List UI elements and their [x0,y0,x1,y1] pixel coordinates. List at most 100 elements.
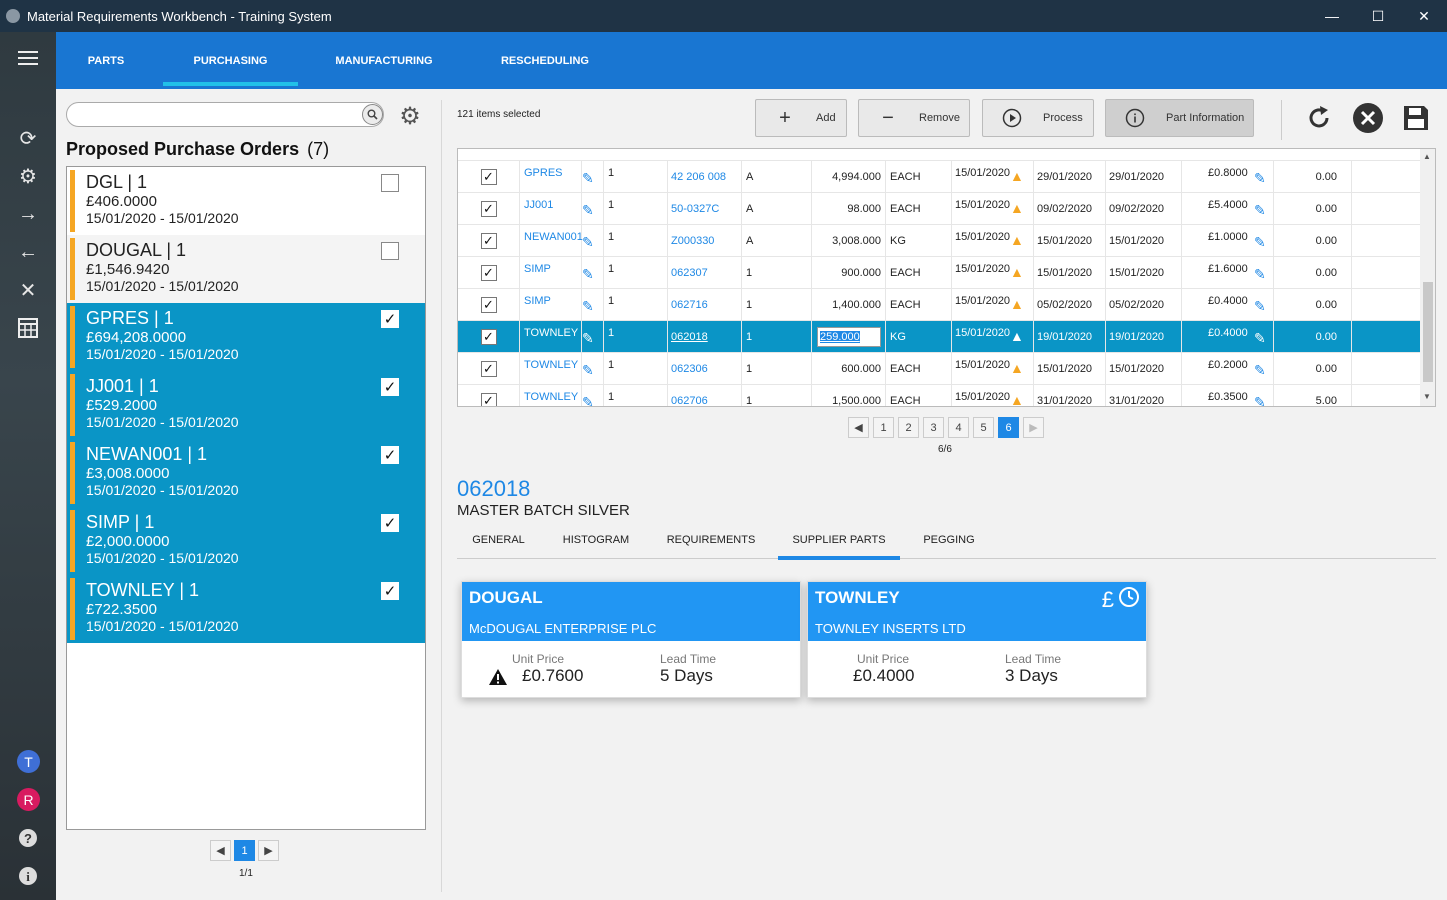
close-icon[interactable]: ✕ [14,276,42,304]
supplier-link[interactable]: SIMP [524,295,551,307]
supplier-card[interactable]: DOUGAL McDOUGAL ENTERPRISE PLC Unit Pric… [461,581,801,698]
edit-price-icon[interactable]: ✎ [1254,362,1266,379]
grid-page-button[interactable]: 2 [898,417,919,438]
row-checkbox[interactable]: ✓ [480,361,497,377]
minimize-button[interactable]: — [1309,0,1355,32]
order-item[interactable]: SIMP | 1 £2,000.0000 15/01/2020 - 15/01/… [67,507,425,575]
tab-parts[interactable]: PARTS [70,32,142,89]
refresh-icon[interactable]: ⟳ [14,124,42,152]
grid-page-button[interactable]: 1 [873,417,894,438]
table-row[interactable]: ✓ JJ001 ✎ 1 50-0327C A 98.000 EACH 15/01/2020 ▲ 09… [458,193,1420,225]
row-checkbox[interactable]: ✓ [480,297,497,313]
edit-price-icon[interactable]: ✎ [1254,330,1266,347]
grid-page-button[interactable]: 4 [948,417,969,438]
order-checkbox[interactable]: ✓ [381,582,399,600]
order-checkbox[interactable] [381,242,399,260]
part-link[interactable]: 062307 [671,267,708,279]
avatar-t[interactable]: T [17,750,40,773]
tab-rescheduling[interactable]: RESCHEDULING [490,32,600,89]
scroll-thumb[interactable] [1423,282,1433,382]
orders-prev-page-button[interactable]: ◀ [210,840,231,861]
scroll-down-icon[interactable]: ▼ [1423,392,1431,401]
row-checkbox[interactable]: ✓ [480,169,497,185]
part-link[interactable]: 062706 [671,395,708,406]
part-link[interactable]: Z000330 [671,235,714,247]
search-icon[interactable] [362,104,383,125]
row-checkbox[interactable]: ✓ [480,233,497,249]
edit-price-icon[interactable]: ✎ [1254,170,1266,187]
row-checkbox[interactable]: ✓ [480,201,497,217]
table-row[interactable]: ✓ NEWAN001 ✎ 1 Z000330 A 3,008.000 KG 15/01/2020… [458,225,1420,257]
order-item[interactable]: GPRES | 1 £694,208.0000 15/01/2020 - 15/… [67,303,425,371]
scroll-up-icon[interactable]: ▲ [1423,152,1431,161]
row-checkbox[interactable]: ✓ [480,393,497,406]
order-item[interactable]: DOUGAL | 1 £1,546.9420 15/01/2020 - 15/0… [67,235,425,303]
grid-next-page-button[interactable]: ▶ [1023,417,1044,438]
table-row[interactable]: ✓ GPRES ✎ 1 42 206 008 A 4,994.000 EACH 15/01/20… [458,161,1420,193]
table-row[interactable]: ✓ SIMP ✎ 1 062716 1 1,400.000 EACH 15/01/2020 ▲ 05… [458,289,1420,321]
remove-button[interactable]: − Remove [858,99,970,137]
supplier-link[interactable]: GPRES [524,167,563,179]
table-row[interactable]: ✓ TOWNLEY ✎ 1 062018 1 259.000 KG 15/01/2020 ▲ 19/… [458,321,1420,353]
order-item[interactable]: TOWNLEY | 1 £722.3500 15/01/2020 - 15/01… [67,575,425,643]
edit-price-icon[interactable]: ✎ [1254,298,1266,315]
avatar-r[interactable]: R [17,788,40,811]
tab-histogram[interactable]: HISTOGRAM [553,522,639,558]
grid-page-button[interactable]: 3 [923,417,944,438]
grid-vertical-scrollbar[interactable]: ▲ ▼ [1420,149,1435,406]
grid-page-button-current[interactable]: 6 [998,417,1019,438]
tab-supplier-parts[interactable]: SUPPLIER PARTS [778,522,900,560]
supplier-link[interactable]: JJ001 [524,199,553,211]
quantity-input[interactable]: 259.000 [817,327,881,347]
calculator-icon[interactable] [14,314,42,342]
tab-pegging[interactable]: PEGGING [912,522,986,558]
refresh-button[interactable] [1302,101,1336,135]
part-link[interactable]: 062018 [671,331,708,343]
grid-page-button[interactable]: 5 [973,417,994,438]
order-checkbox[interactable] [381,174,399,192]
process-button[interactable]: Process [982,99,1094,137]
gear-icon[interactable]: ⚙ [397,103,423,130]
table-row[interactable]: ✓ TOWNLEY ✎ 1 062306 1 600.000 EACH 15/01/2020 ▲ 1… [458,353,1420,385]
tab-manufacturing[interactable]: MANUFACTURING [328,32,440,89]
row-checkbox[interactable]: ✓ [480,265,497,281]
order-item[interactable]: JJ001 | 1 £529.2000 15/01/2020 - 15/01/2… [67,371,425,439]
add-button[interactable]: + Add [755,99,847,137]
settings-icon[interactable]: ⚙ [14,162,42,190]
tab-general[interactable]: GENERAL [457,522,540,558]
arrow-left-icon[interactable]: ← [14,238,42,266]
part-link[interactable]: 50-0327C [671,203,719,215]
grid-prev-page-button[interactable]: ◀ [848,417,869,438]
table-row[interactable] [458,149,1420,161]
info-icon[interactable]: i [14,862,42,890]
supplier-link[interactable]: TOWNLEY [524,327,578,339]
save-button[interactable] [1399,101,1433,135]
part-information-button[interactable]: Part Information [1105,99,1254,137]
row-checkbox[interactable]: ✓ [480,329,497,345]
table-row[interactable]: ✓ TOWNLEY ✎ 1 062706 1 1,500.000 EACH 15/01/2020… [458,385,1420,406]
arrow-right-icon[interactable]: → [14,200,42,228]
order-checkbox[interactable]: ✓ [381,446,399,464]
order-checkbox[interactable]: ✓ [381,378,399,396]
edit-price-icon[interactable]: ✎ [1254,394,1266,406]
order-checkbox[interactable]: ✓ [381,310,399,328]
edit-price-icon[interactable]: ✎ [1254,202,1266,219]
edit-price-icon[interactable]: ✎ [1254,266,1266,283]
search-input[interactable] [66,102,384,127]
help-icon[interactable]: ? [14,824,42,852]
part-link[interactable]: 062306 [671,363,708,375]
order-item[interactable]: DGL | 1 £406.0000 15/01/2020 - 15/01/202… [67,167,425,235]
part-link[interactable]: 42 206 008 [671,171,726,183]
tab-requirements[interactable]: REQUIREMENTS [655,522,767,558]
cancel-button[interactable] [1351,101,1385,135]
supplier-link[interactable]: NEWAN001 [524,231,583,243]
tab-purchasing[interactable]: PURCHASING [163,32,298,89]
order-item[interactable]: NEWAN001 | 1 £3,008.0000 15/01/2020 - 15… [67,439,425,507]
edit-price-icon[interactable]: ✎ [1254,234,1266,251]
maximize-button[interactable]: ☐ [1355,0,1401,32]
close-window-button[interactable]: ✕ [1401,0,1447,32]
supplier-link[interactable]: SIMP [524,263,551,275]
hamburger-menu-icon[interactable] [14,44,42,72]
orders-page-button[interactable]: 1 [234,840,255,861]
supplier-link[interactable]: TOWNLEY [524,359,578,371]
